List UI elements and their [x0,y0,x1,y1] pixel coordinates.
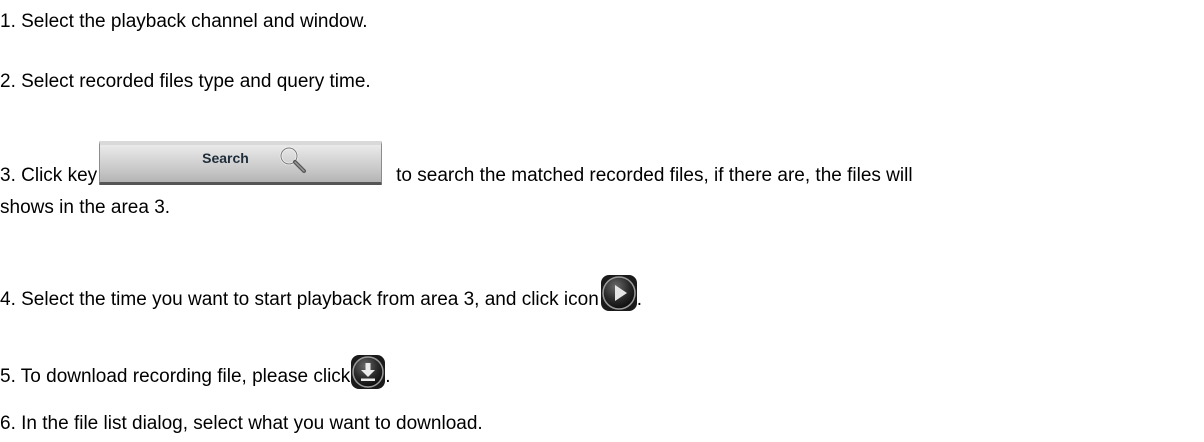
step-5: 5. To download recording file, please cl… [0,355,391,389]
step-3-text-before: 3. Click key [0,165,98,186]
step-3-text-after: to search the matched recorded files, if… [396,165,913,186]
step-2: 2. Select recorded files type and query … [0,71,371,93]
step-3-text-continued: shows in the area 3. [0,197,171,218]
step-6-text: 6. In the file list dialog, select what … [0,413,483,434]
search-button-label: Search [202,150,249,166]
step-4: 4. Select the time you want to start pla… [0,275,642,311]
step-4-text-after: . [636,289,643,310]
step-5-text-before: 5. To download recording file, please cl… [0,366,351,387]
download-icon[interactable] [351,355,386,389]
step-1: 1. Select the playback channel and windo… [0,11,368,33]
step-6: 6. In the file list dialog, select what … [0,413,483,435]
play-icon[interactable] [600,275,637,311]
step-4-text-before: 4. Select the time you want to start pla… [0,289,599,310]
step-1-text: 1. Select the playback channel and windo… [0,11,368,32]
step-3-continued: shows in the area 3. [0,197,170,219]
search-button[interactable]: Search [99,141,383,185]
magnifier-icon [279,146,307,173]
step-3: 3. Click key Search to search the matched… [0,141,913,187]
step-2-text: 2. Select recorded files type and query … [0,71,371,92]
step-5-text-after: . [385,366,391,387]
